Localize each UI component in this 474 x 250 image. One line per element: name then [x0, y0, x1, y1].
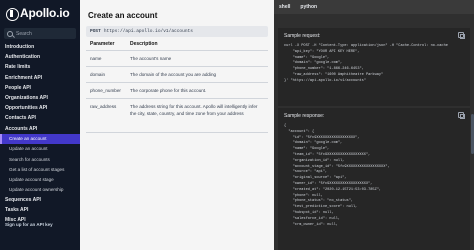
sidebar-item[interactable]: Tasks API	[0, 205, 80, 215]
sidebar-item[interactable]: People API	[0, 83, 80, 93]
sample-request-panel: Sample request: curl -X POST -H "Content…	[278, 28, 470, 106]
table-row: phone_number The corporate phone for thi…	[86, 82, 268, 99]
sidebar-item[interactable]: Organizations API	[0, 93, 80, 103]
tab-python[interactable]: python	[295, 4, 322, 10]
copy-icon[interactable]	[458, 32, 465, 39]
main-content: Create an account POST https://api.apoll…	[80, 0, 274, 250]
http-method: POST	[90, 29, 101, 34]
param-description: The corporate phone for this account.	[126, 82, 268, 99]
sidebar-nav: Introduction Authentication Rate limits Enr…	[0, 42, 80, 225]
apollo-logo-icon	[5, 7, 19, 21]
sidebar-subitem[interactable]: Update account ownership	[0, 185, 80, 195]
sidebar-item[interactable]: Accounts API	[0, 124, 80, 134]
sidebar-item[interactable]: Sequences API	[0, 195, 80, 205]
sidebar-subitem[interactable]: Update an account	[0, 144, 80, 154]
sample-response-panel: Sample response: { "account": { "id": "5…	[278, 108, 470, 250]
sidebar-subitem[interactable]: Create an account	[0, 133, 80, 144]
search-icon	[7, 30, 13, 37]
brand-name: Apollo.io	[20, 6, 70, 20]
param-name: raw_address	[86, 98, 126, 133]
sidebar-item[interactable]: Introduction	[0, 42, 80, 52]
parameters-table: Parameter Description name The account's…	[86, 38, 268, 133]
tab-shell[interactable]: shell	[274, 4, 295, 10]
sidebar-item[interactable]: Authentication	[0, 52, 80, 62]
column-header: Parameter	[86, 38, 126, 51]
sidebar-subitem[interactable]: Search for accounts	[0, 154, 80, 164]
endpoint-bar: POST https://api.apollo.io/v1/accounts	[86, 26, 268, 37]
table-row: raw_address The address string for this …	[86, 98, 268, 133]
sidebar-item[interactable]: Contacts API	[0, 113, 80, 123]
param-name: name	[86, 50, 126, 67]
response-code: { "account": { "id": "5fc9XXXXXXXXXXXXXX…	[284, 124, 390, 227]
copy-icon[interactable]	[458, 112, 465, 119]
table-row: name The account's name	[86, 50, 268, 67]
search-box[interactable]: Search	[4, 28, 76, 39]
request-code: curl -X POST -H "Content-Type: applicati…	[284, 44, 448, 83]
table-row: domain The domain of the account you are…	[86, 66, 268, 83]
sidebar: Apollo.io Search Introduction Authenticat…	[0, 0, 80, 250]
param-name: domain	[86, 66, 126, 83]
code-panel-area: shell python Sample request: curl -X POS…	[274, 0, 474, 250]
param-description: The address string for this account. Apo…	[126, 98, 268, 133]
sidebar-item[interactable]: Enrichment API	[0, 73, 80, 83]
signup-link[interactable]: Sign up for an API key	[5, 222, 53, 227]
sidebar-item[interactable]: Opportunities API	[0, 103, 80, 113]
language-tabs: shell python	[274, 0, 474, 14]
param-description: The domain of the account you are adding	[126, 66, 268, 83]
sidebar-item[interactable]: Rate limits	[0, 62, 80, 72]
param-description: The account's name	[126, 50, 268, 67]
sidebar-subitem[interactable]: Update account stage	[0, 174, 80, 184]
endpoint-url: https://api.apollo.io/v1/accounts	[103, 29, 193, 34]
column-header: Description	[126, 38, 268, 51]
sample-response-title: Sample response:	[284, 113, 325, 119]
page-title: Create an account	[88, 11, 158, 20]
sample-request-title: Sample request:	[284, 33, 321, 39]
logo[interactable]: Apollo.io	[5, 6, 70, 21]
search-input[interactable]: Search	[16, 31, 32, 37]
param-name: phone_number	[86, 82, 126, 99]
sidebar-subitem[interactable]: Get a list of account stages	[0, 164, 80, 174]
